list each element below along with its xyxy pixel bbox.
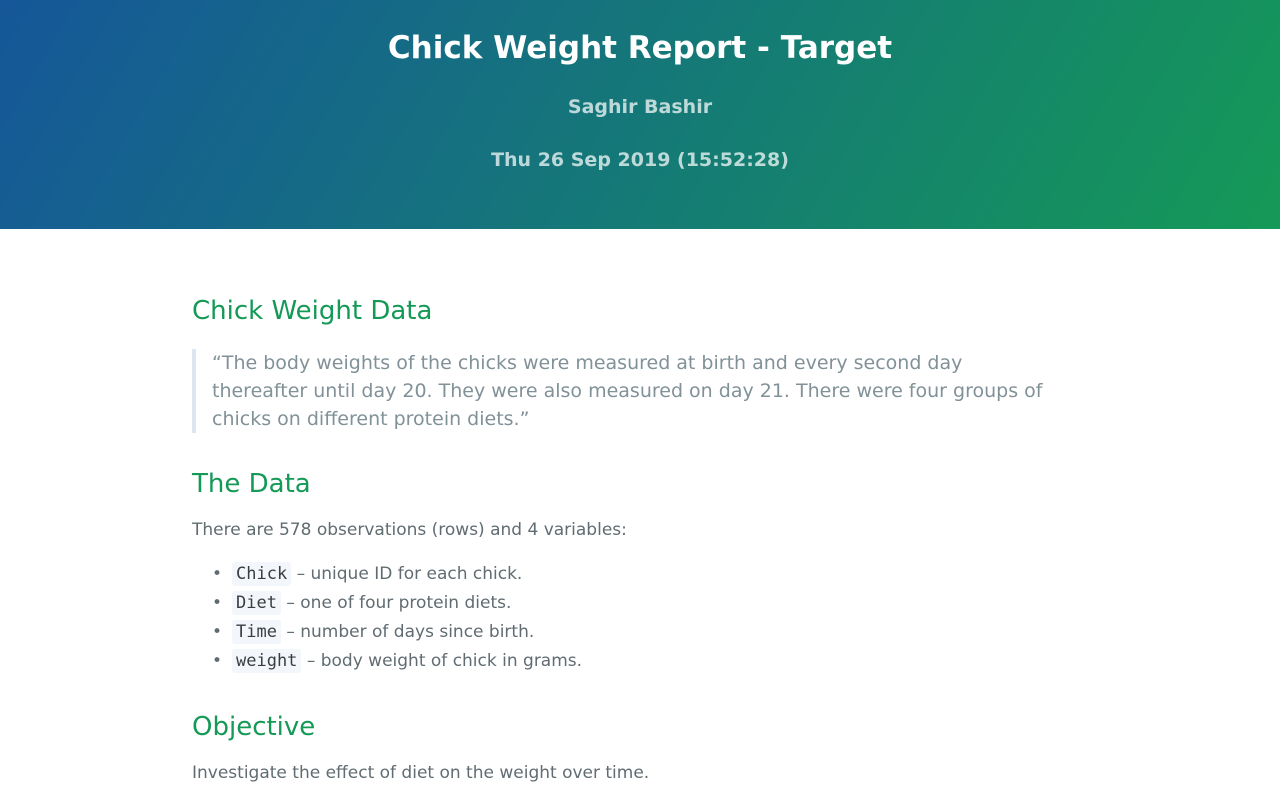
variable-name: Chick — [232, 562, 292, 586]
list-item: • weight – body weight of chick in grams… — [212, 647, 1088, 676]
variable-description: – number of days since birth. — [286, 622, 535, 642]
variable-list: • Chick – unique ID for each chick. • Di… — [192, 560, 1088, 676]
variable-name: Diet — [232, 591, 281, 615]
report-date: Thu 26 Sep 2019 (15:52:28) — [491, 149, 789, 171]
variable-name: weight — [232, 649, 302, 673]
objective-text: Investigate the effect of diet on the we… — [192, 763, 650, 783]
bullet-icon: • — [212, 622, 223, 642]
heading-the-data: The Data — [192, 469, 311, 499]
list-item: • Time – number of days since birth. — [212, 618, 1088, 647]
variable-description: – unique ID for each chick. — [296, 564, 523, 584]
author-name: Saghir Bashir — [567, 96, 713, 118]
variable-description: – body weight of chick in grams. — [306, 651, 583, 671]
bullet-icon: • — [212, 564, 223, 584]
list-item: • Chick – unique ID for each chick. — [212, 560, 1088, 589]
quote-text: “The body weights of the chicks were mea… — [212, 352, 1043, 430]
list-item: • Diet – one of four protein diets. — [212, 589, 1088, 618]
page-header: Chick Weight Report - Target Saghir Bash… — [0, 0, 1280, 229]
bullet-icon: • — [212, 593, 223, 613]
heading-chick-weight-data: Chick Weight Data — [192, 296, 433, 326]
data-intro-text: There are 578 observations (rows) and 4 … — [192, 520, 627, 540]
variable-name: Time — [232, 620, 281, 644]
bullet-icon: • — [212, 651, 223, 671]
page-title: Chick Weight Report - Target — [387, 30, 893, 66]
data-description-quote: “The body weights of the chicks were mea… — [192, 349, 1052, 433]
heading-objective: Objective — [192, 712, 316, 742]
variable-description: – one of four protein diets. — [286, 593, 512, 613]
main-content: Chick Weight Data “The body weights of t… — [192, 229, 1088, 785]
